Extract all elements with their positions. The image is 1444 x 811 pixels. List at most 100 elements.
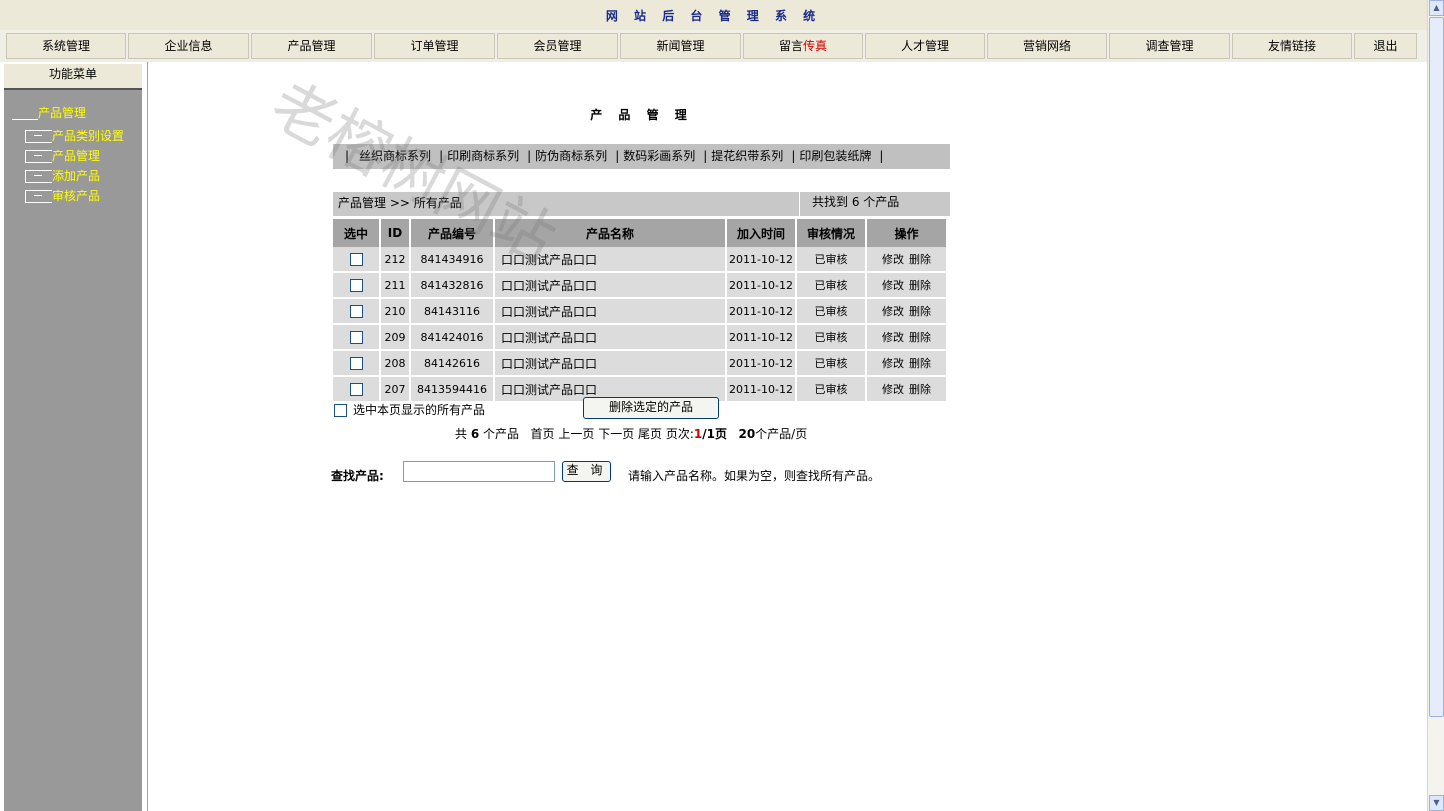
column-header: 加入时间 [727, 219, 795, 247]
edit-link[interactable]: 修改 [882, 331, 904, 344]
nav-item-5[interactable]: 新闻管理 [620, 33, 741, 59]
page-title: 产 品 管 理 [590, 108, 693, 122]
edit-link[interactable]: 修改 [882, 279, 904, 292]
table-row: 210 84143116 口口测试产品口口 2011-10-12 已审核 修改 删除 [333, 299, 946, 325]
column-header: 产品名称 [495, 219, 725, 247]
category-link[interactable]: 数码彩画系列 [623, 149, 695, 163]
nav-item-4[interactable]: 会员管理 [497, 33, 618, 59]
row-id: 212 [381, 247, 409, 273]
select-all-checkbox[interactable] [334, 404, 347, 417]
nav-item-label: 产品管理 [287, 39, 336, 53]
nav-item-0[interactable]: 系统管理 [6, 33, 126, 59]
nav-item-label: 退出 [1373, 39, 1398, 53]
vertical-scrollbar[interactable]: ▲ ▼ [1427, 0, 1444, 811]
delete-link[interactable]: 删除 [909, 357, 931, 370]
delete-link[interactable]: 删除 [909, 331, 931, 344]
edit-link[interactable]: 修改 [882, 357, 904, 370]
row-date: 2011-10-12 [727, 247, 795, 273]
row-select-cell [333, 351, 379, 377]
nav-item-label: 友情链接 [1267, 39, 1316, 53]
table-row: 208 84142616 口口测试产品口口 2011-10-12 已审核 修改 删除 [333, 351, 946, 377]
column-header: ID [381, 219, 409, 247]
pager-total-prefix: 共 [455, 427, 468, 441]
delete-link[interactable]: 删除 [909, 253, 931, 266]
row-code: 84142616 [411, 351, 493, 377]
row-id: 211 [381, 273, 409, 299]
delete-link[interactable]: 删除 [909, 305, 931, 318]
nav-item-6[interactable]: 留言传真 [743, 33, 863, 59]
row-checkbox[interactable] [349, 304, 363, 318]
row-date: 2011-10-12 [727, 377, 795, 403]
row-actions: 修改 删除 [867, 351, 946, 377]
nav-item-label: 调查管理 [1145, 39, 1194, 53]
nav-item-8[interactable]: 营销网络 [987, 33, 1107, 59]
scroll-up-icon[interactable]: ▲ [1429, 0, 1444, 16]
category-separator: | [703, 149, 708, 163]
nav-item-3[interactable]: 订单管理 [374, 33, 495, 59]
row-checkbox[interactable] [349, 278, 363, 292]
edit-link[interactable]: 修改 [882, 383, 904, 396]
row-checkbox[interactable] [349, 356, 363, 370]
edit-link[interactable]: 修改 [882, 305, 904, 318]
search-input[interactable] [403, 461, 555, 482]
scroll-thumb[interactable] [1429, 17, 1444, 717]
row-checkbox[interactable] [349, 382, 363, 396]
sidebar-item-label: 产品管理 [52, 149, 101, 163]
scroll-down-icon[interactable]: ▼ [1429, 795, 1444, 811]
row-select-cell [333, 377, 379, 403]
tree-node-icon [25, 130, 52, 143]
delete-link[interactable]: 删除 [909, 383, 931, 396]
row-actions: 修改 删除 [867, 325, 946, 351]
pager-per-page: 20 [738, 427, 756, 441]
pager-last[interactable]: 尾页 [638, 427, 662, 441]
category-link[interactable]: 防伪商标系列 [535, 149, 607, 163]
nav-item-10[interactable]: 友情链接 [1232, 33, 1352, 59]
category-link[interactable]: 提花织带系列 [711, 149, 783, 163]
delete-link[interactable]: 删除 [909, 279, 931, 292]
row-checkbox[interactable] [349, 252, 363, 266]
category-link[interactable]: 印刷包装纸牌 [799, 149, 871, 163]
row-status: 已审核 [797, 325, 865, 351]
sidebar-item-product-manage[interactable]: 产品管理 [25, 147, 100, 164]
nav-item-7[interactable]: 人才管理 [865, 33, 985, 59]
pager-per-page-suffix: 个产品/页 [755, 427, 808, 441]
tree-root-product[interactable]: 产品管理 [12, 104, 86, 121]
search-button[interactable]: 查 询 [562, 461, 611, 482]
category-separator: | [345, 149, 350, 163]
sidebar-item-label: 审核产品 [52, 189, 101, 203]
sidebar-item-category[interactable]: 产品类别设置 [25, 127, 124, 144]
category-separator: | [615, 149, 620, 163]
row-code: 8413594416 [411, 377, 493, 403]
pager-next[interactable]: 下一页 [598, 427, 634, 441]
pager-first[interactable]: 首页 [531, 427, 555, 441]
category-link[interactable]: 印刷商标系列 [447, 149, 519, 163]
row-code: 84143116 [411, 299, 493, 325]
nav-item-1[interactable]: 企业信息 [128, 33, 249, 59]
nav-item-label: 新闻管理 [656, 39, 705, 53]
category-link[interactable]: 丝织商标系列 [359, 149, 431, 163]
row-date: 2011-10-12 [727, 351, 795, 377]
nav-item-2[interactable]: 产品管理 [251, 33, 372, 59]
pager-total-suffix: 个产品 [483, 427, 520, 441]
nav-item-label: 人才管理 [900, 39, 949, 53]
pager-prev[interactable]: 上一页 [558, 427, 594, 441]
select-all[interactable]: 选中本页显示的所有产品 [334, 401, 485, 418]
category-separator: | [439, 149, 444, 163]
select-all-label: 选中本页显示的所有产品 [353, 403, 486, 417]
row-date: 2011-10-12 [727, 273, 795, 299]
nav-item-label: 系统管理 [41, 39, 90, 53]
breadcrumb: 产品管理 >> 所有产品 [333, 192, 799, 216]
nav-item-9[interactable]: 调查管理 [1109, 33, 1230, 59]
table-row: 209 841424016 口口测试产品口口 2011-10-12 已审核 修改 删除 [333, 325, 946, 351]
row-status: 已审核 [797, 299, 865, 325]
delete-selected-button[interactable]: 删除选定的产品 [583, 397, 719, 419]
sidebar-item-add-product[interactable]: 添加产品 [25, 167, 100, 184]
row-id: 210 [381, 299, 409, 325]
row-checkbox[interactable] [349, 330, 363, 344]
nav-item-11[interactable]: 退出 [1354, 33, 1417, 59]
sidebar-item-review-product[interactable]: 审核产品 [25, 187, 100, 204]
edit-link[interactable]: 修改 [882, 253, 904, 266]
pagination: 共 6 个产品 首页 上一页 下一页 尾页 页次:1/1页 20个产品/页 [455, 425, 807, 442]
sidebar-item-label: 产品类别设置 [52, 129, 125, 143]
nav-item-label: 企业信息 [164, 39, 213, 53]
